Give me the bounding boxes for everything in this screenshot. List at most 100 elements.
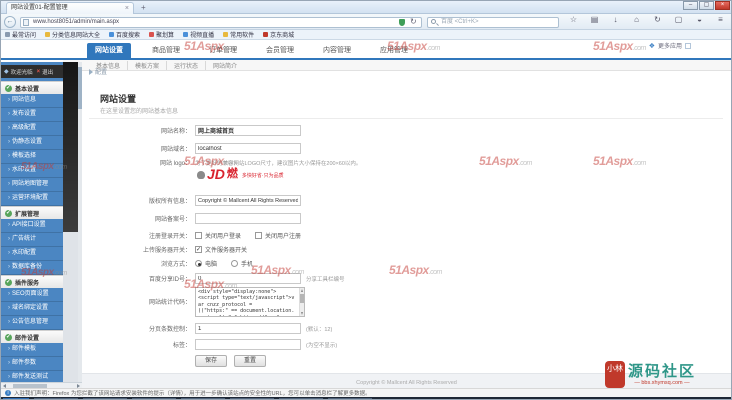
sidebar-item-advanced[interactable]: › 高级配置 — [1, 122, 63, 136]
file-server-option: 文件服务器开关 — [205, 248, 248, 254]
sidebar-section-basic[interactable]: ✓ 基本设置 — [1, 81, 63, 94]
bookmark-item[interactable]: 百度搜索 — [109, 30, 140, 39]
globe-icon[interactable]: ◒ — [695, 15, 704, 24]
reload-icon[interactable]: ↻ — [410, 17, 417, 26]
maximize-button[interactable]: ▢ — [699, 1, 714, 10]
tab-close-icon[interactable]: × — [125, 3, 129, 14]
browser-window: 网站设置01-配置管理 × + – ▢ × ← www.host8051/adm… — [0, 0, 732, 400]
nav-tab-products[interactable]: 商品管理 — [144, 43, 188, 58]
browser-tab[interactable]: 网站设置01-配置管理 × — [6, 2, 134, 14]
bookmark-item[interactable]: 常用软件 — [223, 30, 254, 39]
url-bar[interactable]: www.host8051/admin/main.aspx — [20, 17, 422, 28]
scrollbar-thumb[interactable] — [13, 383, 47, 388]
scroll-down-icon[interactable] — [301, 312, 303, 315]
sidebar-section-plugins[interactable]: ✓ 插件服务 — [1, 275, 63, 288]
menu-icon[interactable]: ≡ — [716, 15, 725, 24]
file-server-checkbox[interactable]: ✓ — [195, 246, 202, 253]
new-tab-button[interactable]: + — [141, 3, 146, 12]
pages-icon[interactable]: ▤ — [590, 15, 599, 24]
subnav-link-intro[interactable]: 网站简介 — [206, 61, 244, 70]
chevron-right-icon: › — [8, 167, 10, 173]
close-register-checkbox[interactable] — [255, 232, 263, 239]
sidebar-item-api[interactable]: › API接口设置 — [1, 219, 63, 233]
bookmark-item[interactable]: 最常访问 — [5, 30, 36, 39]
sidebar-item-mail-params[interactable]: › 邮件参数 — [1, 357, 63, 371]
sidebar-item-ads[interactable]: › 广告统计 — [1, 233, 63, 247]
nav-tab-content[interactable]: 内容管理 — [315, 43, 359, 58]
sidebar-item-template[interactable]: › 模板选择 — [1, 150, 63, 164]
stat-code-label: 网站统计代码： — [148, 300, 191, 306]
save-button[interactable]: 保存 — [195, 355, 227, 367]
search-input[interactable]: 百度 <Ctrl+K> — [427, 17, 559, 28]
sidebar-item-seo[interactable]: › SEO页面设置 — [1, 288, 63, 302]
site-domain-input[interactable] — [195, 143, 301, 154]
close-button[interactable]: × — [715, 1, 730, 10]
sidebar-section-extend[interactable]: ✓ 扩展管理 — [1, 206, 63, 219]
pc-radio[interactable] — [195, 260, 202, 267]
copyright-input[interactable] — [195, 195, 301, 206]
shield-icon[interactable] — [399, 19, 405, 26]
sidebar-item-mail-test[interactable]: › 邮件发送测试 — [1, 371, 63, 382]
icp-label: 网站备案号： — [154, 217, 191, 223]
sidebar-item-rewrite[interactable]: › 伪静态设置 — [1, 136, 63, 150]
nav-tab-apps[interactable]: 应用管理 — [372, 43, 416, 58]
logo-slogan: 多快好省·只为品质 — [241, 173, 284, 179]
sidebar-item-wm-config[interactable]: › 水印配置 — [1, 247, 63, 261]
sidebar-item-domain[interactable]: › 域名绑定设置 — [1, 302, 63, 316]
more-apps-button[interactable]: ❖ 更多应用 — [649, 41, 691, 50]
sidebar-user-bar: ◆ 欢迎光临 × 退出 — [1, 65, 63, 78]
sidebar-vertical-scrollbar[interactable] — [78, 62, 82, 382]
chevron-right-icon: › — [8, 195, 10, 201]
logout-x-icon[interactable]: × — [37, 69, 41, 75]
reset-button[interactable]: 重置 — [234, 355, 266, 367]
sidebar-item-watermark[interactable]: › 水印设置 — [1, 164, 63, 178]
sidebar-item-publish[interactable]: › 发布设置 — [1, 108, 63, 122]
collapse-toggle[interactable]: 配置 — [89, 67, 107, 76]
sidebar-item-sitemap[interactable]: › 网站地图管理 — [1, 178, 63, 192]
bookmark-item[interactable]: 分类信息网站大全 — [45, 30, 100, 39]
site-name-input[interactable] — [195, 125, 301, 136]
icp-input[interactable] — [195, 213, 301, 224]
diamond-icon: ◆ — [4, 69, 9, 75]
sidebar-item-site-info[interactable]: › 网站信息 — [1, 94, 63, 108]
star-icon[interactable]: ☆ — [569, 15, 578, 24]
form-row-site-domain: 网站域名： — [85, 143, 301, 154]
logout-link[interactable]: 退出 — [42, 68, 53, 76]
form-row-tags: 标签： (为空不显示) — [85, 339, 337, 350]
folder-icon — [223, 32, 229, 37]
bookmark-item[interactable]: 聚划算 — [149, 30, 174, 39]
scrollbar-thumb[interactable] — [78, 67, 82, 109]
form-row-switches: 注册登录开关： 关闭用户登录 关闭用户注册 — [85, 231, 315, 240]
home-icon[interactable]: ⌂ — [632, 15, 641, 24]
site-domain-label: 网站域名： — [160, 147, 191, 153]
close-login-checkbox[interactable] — [195, 232, 202, 239]
download-icon[interactable]: ↓ — [611, 15, 620, 24]
mobile-radio[interactable] — [231, 260, 239, 267]
stat-code-textarea[interactable]: <div style="display:none"> <script type=… — [195, 287, 305, 317]
subnav-link-template[interactable]: 模板方案 — [128, 60, 168, 70]
scroll-up-icon[interactable] — [301, 289, 303, 292]
sidebar-section-mail[interactable]: ✓ 邮件设置 — [1, 330, 63, 343]
frame-icon[interactable]: ▢ — [674, 15, 683, 24]
nav-tab-site-settings[interactable]: 网站设置 — [87, 43, 131, 58]
bookmark-item[interactable]: 京东商城 — [263, 30, 294, 39]
subnav-link-status[interactable]: 运行状态 — [167, 60, 207, 70]
form-row-icp: 网站备案号： — [85, 213, 301, 224]
tags-input[interactable] — [195, 339, 301, 350]
sidebar-item-backup[interactable]: › 数据库备份 — [1, 261, 63, 275]
bookmark-item[interactable]: 视频直播 — [183, 30, 214, 39]
nav-tab-members[interactable]: 会员管理 — [258, 43, 302, 58]
sidebar-item-env[interactable]: › 运营环境配置 — [1, 192, 63, 206]
sidebar-item-mail-template[interactable]: › 邮件模板 — [1, 343, 63, 357]
minimize-button[interactable]: – — [683, 1, 698, 10]
share-id-input[interactable] — [195, 273, 301, 284]
back-button[interactable]: ← — [4, 16, 16, 28]
copyright-label: 版权所有信息： — [148, 199, 191, 205]
page-size-input[interactable] — [195, 323, 301, 334]
logo-jd-text: JD — [207, 166, 225, 182]
sidebar-item-notice[interactable]: › 公告信息管理 — [1, 316, 63, 330]
nav-tab-orders[interactable]: 订单管理 — [201, 43, 245, 58]
scrollbar-thumb[interactable] — [299, 294, 304, 303]
history-icon[interactable]: ↻ — [653, 15, 662, 24]
textarea-scrollbar[interactable] — [299, 288, 304, 316]
